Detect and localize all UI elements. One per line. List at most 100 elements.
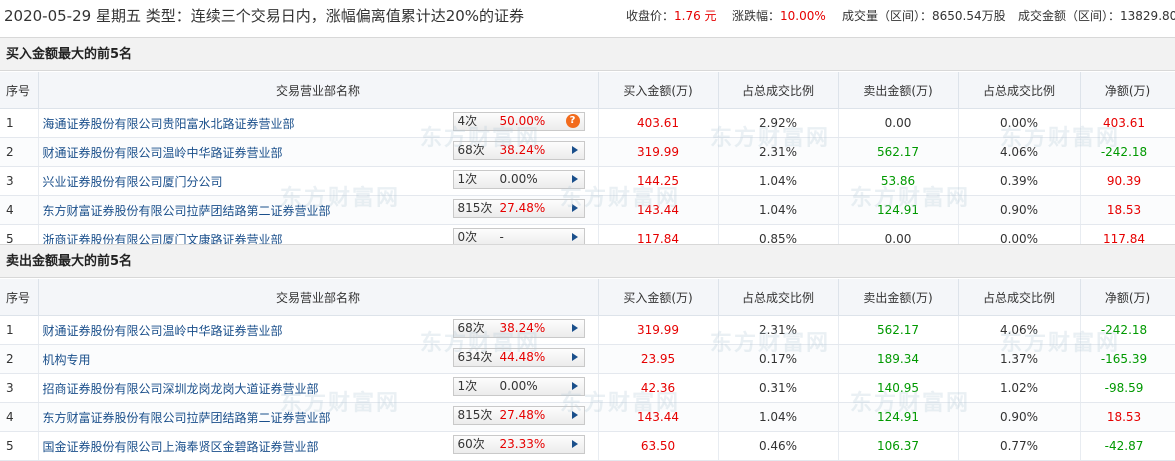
volume-stat: 成交量（区间）：8650.54万股 — [842, 7, 1006, 24]
broker-name-link[interactable]: 海通证券股份有限公司贵阳富水北路证券营业部 — [43, 115, 295, 132]
change-value: 10.00% — [780, 9, 826, 23]
buy-ratio: 0.31% — [718, 373, 839, 403]
triangle-right-icon — [571, 146, 578, 154]
broker-cell: 东方财富证券股份有限公司拉萨团结路第二证券营业部 815次 27.48% — [38, 195, 599, 225]
appearance-count: 815次 — [457, 408, 493, 422]
broker-name-link[interactable]: 东方财富证券股份有限公司拉萨团结路第二证券营业部 — [43, 202, 331, 219]
broker-stat-button[interactable]: 68次 38.24% — [452, 319, 585, 338]
win-rate: 0.00% — [499, 379, 538, 393]
column-header: 净额(万) — [1080, 72, 1175, 109]
buy-amount: 143.44 — [598, 402, 719, 432]
buy-section-title: 买入金额最大的前5名 — [0, 37, 1175, 71]
buy-ratio: 0.17% — [718, 344, 839, 374]
row-index: 5 — [0, 431, 39, 461]
net-amount: -242.18 — [1080, 137, 1175, 167]
sell-amount: 140.95 — [838, 373, 959, 403]
triangle-right-icon — [571, 324, 578, 332]
row-index: 3 — [0, 373, 39, 403]
question-mark-icon[interactable]: ? — [565, 114, 580, 128]
sell-ratio: 1.37% — [958, 344, 1081, 374]
broker-cell: 兴业证券股份有限公司厦门分公司 1次 0.00% — [38, 166, 599, 196]
win-rate: 23.33% — [499, 437, 546, 451]
buy-amount: 42.36 — [598, 373, 719, 403]
volume-label: 成交量（区间）： — [842, 9, 933, 23]
buy-amount: 319.99 — [598, 137, 719, 167]
broker-stat-button[interactable]: 68次 38.24% — [452, 141, 585, 160]
buy-amount: 63.50 — [598, 431, 719, 461]
broker-cell: 东方财富证券股份有限公司拉萨团结路第二证券营业部 815次 27.48% — [38, 402, 599, 432]
column-header: 序号 — [0, 279, 39, 316]
sell-ratio: 4.06% — [958, 137, 1081, 167]
triangle-right-icon — [571, 204, 578, 212]
buy-table-header: 序号 交易营业部名称 买入金额(万) 占总成交比例 卖出金额(万) 占总成交比例 净额(万) — [0, 72, 1175, 109]
column-header: 买入金额(万) — [598, 279, 719, 316]
broker-cell: 国金证券股份有限公司上海奉贤区金碧路证券营业部 60次 23.33% — [38, 431, 599, 461]
broker-name-link[interactable]: 招商证券股份有限公司深圳龙岗龙岗大道证券营业部 — [43, 380, 319, 397]
column-header: 占总成交比例 — [958, 72, 1081, 109]
broker-stat-button[interactable]: 1次 0.00% — [452, 170, 585, 189]
triangle-right-icon — [571, 411, 578, 419]
net-amount: 90.39 — [1080, 166, 1175, 196]
sell-ratio: 0.39% — [958, 166, 1081, 196]
broker-name-link[interactable]: 机构专用 — [43, 351, 91, 368]
header-bar: 2020-05-29 星期五 类型：连续三个交易日内，涨幅偏离值累计达20%的证… — [0, 0, 1175, 30]
win-rate: 38.24% — [499, 321, 546, 335]
column-header: 占总成交比例 — [718, 72, 839, 109]
row-index: 2 — [0, 344, 39, 374]
win-rate: 50.00% — [499, 114, 546, 128]
buy-table: 序号 交易营业部名称 买入金额(万) 占总成交比例 卖出金额(万) 占总成交比例 净额(万)… — [0, 72, 1175, 254]
buy-amount: 23.95 — [598, 344, 719, 374]
appearance-count: 68次 — [457, 143, 485, 157]
buy-amount: 403.61 — [598, 108, 719, 138]
sell-amount: 562.17 — [838, 137, 959, 167]
sell-ratio: 0.00% — [958, 108, 1081, 138]
amount-label: 成交金额（区间）： — [1018, 9, 1121, 23]
broker-stat-button[interactable]: 1次 0.00% — [452, 377, 585, 396]
sell-amount: 124.91 — [838, 402, 959, 432]
table-row: 2 机构专用 634次 44.48% 23.95 0.17% 189.34 1.37% -165… — [0, 344, 1175, 374]
net-amount: 403.61 — [1080, 108, 1175, 138]
buy-ratio: 2.92% — [718, 108, 839, 138]
close-price-label: 收盘价： — [626, 9, 675, 23]
triangle-right-icon — [571, 175, 578, 183]
broker-name-link[interactable]: 东方财富证券股份有限公司拉萨团结路第二证券营业部 — [43, 409, 331, 426]
win-rate: 27.48% — [499, 201, 546, 215]
appearance-count: 815次 — [457, 201, 493, 215]
buy-ratio: 2.31% — [718, 137, 839, 167]
broker-stat-button[interactable]: 60次 23.33% — [452, 435, 585, 454]
close-price-value: 1.76 元 — [674, 9, 717, 23]
net-amount: -242.18 — [1080, 315, 1175, 345]
column-header: 占总成交比例 — [958, 279, 1081, 316]
broker-cell: 招商证券股份有限公司深圳龙岗龙岗大道证券营业部 1次 0.00% — [38, 373, 599, 403]
win-rate: 44.48% — [499, 350, 546, 364]
column-header: 序号 — [0, 72, 39, 109]
triangle-right-icon — [571, 353, 578, 361]
table-row: 3 招商证券股份有限公司深圳龙岗龙岗大道证券营业部 1次 0.00% 42.36 0.31… — [0, 373, 1175, 403]
change-label: 涨跌幅： — [732, 9, 781, 23]
column-header: 占总成交比例 — [718, 279, 839, 316]
broker-name-link[interactable]: 兴业证券股份有限公司厦门分公司 — [43, 173, 223, 190]
sell-amount: 562.17 — [838, 315, 959, 345]
table-row: 1 财通证券股份有限公司温岭中华路证券营业部 68次 38.24% 319.99 2.31… — [0, 315, 1175, 345]
net-amount: -42.87 — [1080, 431, 1175, 461]
broker-stat-button[interactable]: 815次 27.48% — [452, 199, 585, 218]
broker-name-link[interactable]: 财通证券股份有限公司温岭中华路证券营业部 — [43, 322, 283, 339]
broker-cell: 财通证券股份有限公司温岭中华路证券营业部 68次 38.24% — [38, 137, 599, 167]
net-amount: 18.53 — [1080, 195, 1175, 225]
row-index: 2 — [0, 137, 39, 167]
net-amount: 18.53 — [1080, 402, 1175, 432]
table-row: 2 财通证券股份有限公司温岭中华路证券营业部 68次 38.24% 319.99 2.31… — [0, 137, 1175, 167]
broker-name-link[interactable]: 财通证券股份有限公司温岭中华路证券营业部 — [43, 144, 283, 161]
table-row: 4 东方财富证券股份有限公司拉萨团结路第二证券营业部 815次 27.48% 143.4… — [0, 195, 1175, 225]
amount-stat: 成交金额（区间）：13829.80 — [1018, 7, 1175, 24]
triangle-right-icon — [571, 440, 578, 448]
sell-amount: 124.91 — [838, 195, 959, 225]
buy-amount: 144.25 — [598, 166, 719, 196]
sell-amount: 53.86 — [838, 166, 959, 196]
appearance-count: 1次 — [457, 172, 478, 186]
sell-amount: 106.37 — [838, 431, 959, 461]
broker-stat-button[interactable]: 815次 27.48% — [452, 406, 585, 425]
broker-stat-button[interactable]: 634次 44.48% — [452, 348, 585, 367]
broker-stat-button[interactable]: 4次 50.00%? — [452, 112, 585, 131]
column-header: 净额(万) — [1080, 279, 1175, 316]
